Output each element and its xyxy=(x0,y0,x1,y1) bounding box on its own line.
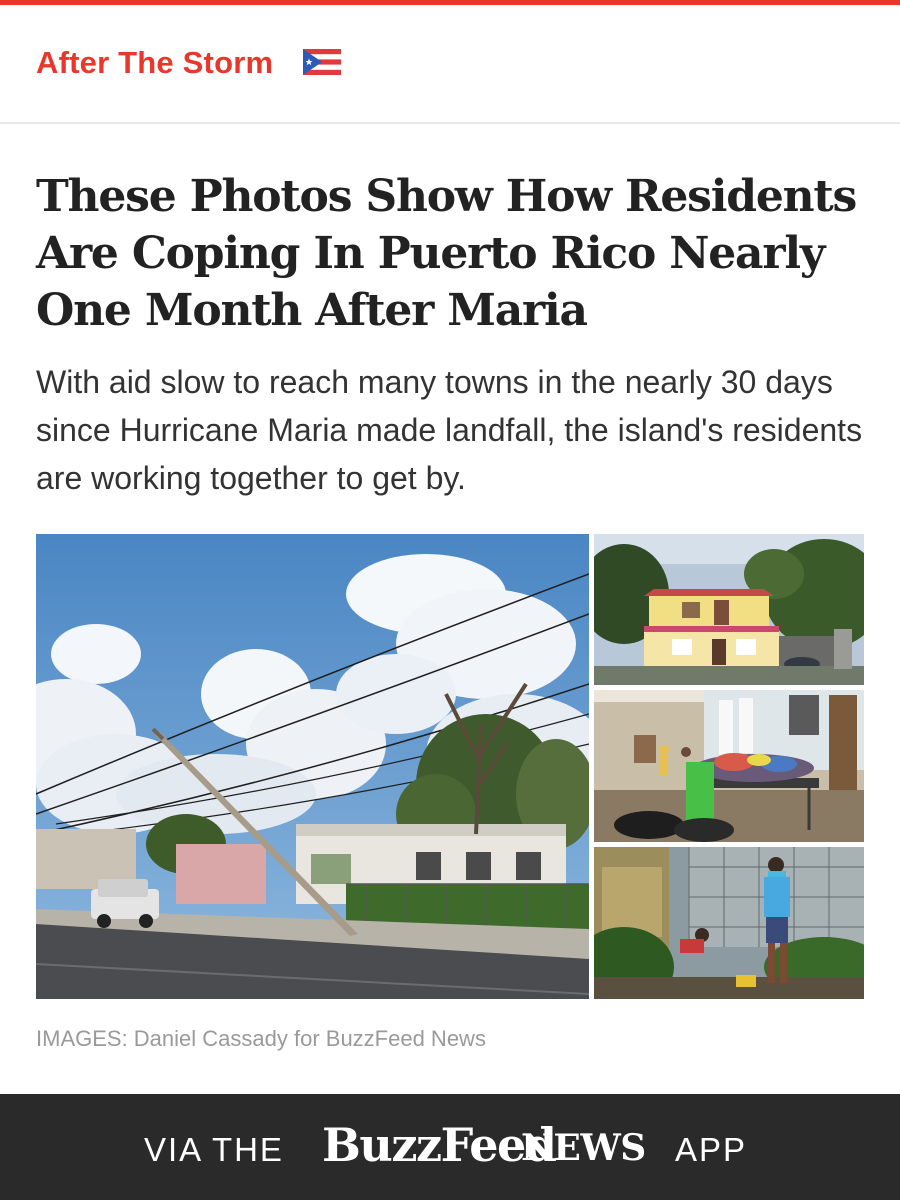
image-credit: IMAGES: Daniel Cassady for BuzzFeed News xyxy=(36,1026,486,1051)
photo-children-yard[interactable] xyxy=(594,847,864,999)
photo-downed-power-pole[interactable] xyxy=(36,534,589,999)
section-header: After The Storm xyxy=(0,5,900,124)
news-logo: NEWS xyxy=(521,1127,646,1169)
banner-app-text: APP xyxy=(675,1131,748,1168)
puerto-rico-flag-icon xyxy=(303,49,341,75)
photo-donations-room[interactable] xyxy=(594,690,864,842)
photo-damaged-house[interactable] xyxy=(594,534,864,685)
article-dek: With aid slow to reach many towns in the… xyxy=(36,364,863,496)
section-title[interactable]: After The Storm xyxy=(36,45,273,81)
banner-via-text: VIA THE xyxy=(144,1131,284,1168)
article-headline[interactable]: These Photos Show How Residents Are Copi… xyxy=(36,168,876,339)
